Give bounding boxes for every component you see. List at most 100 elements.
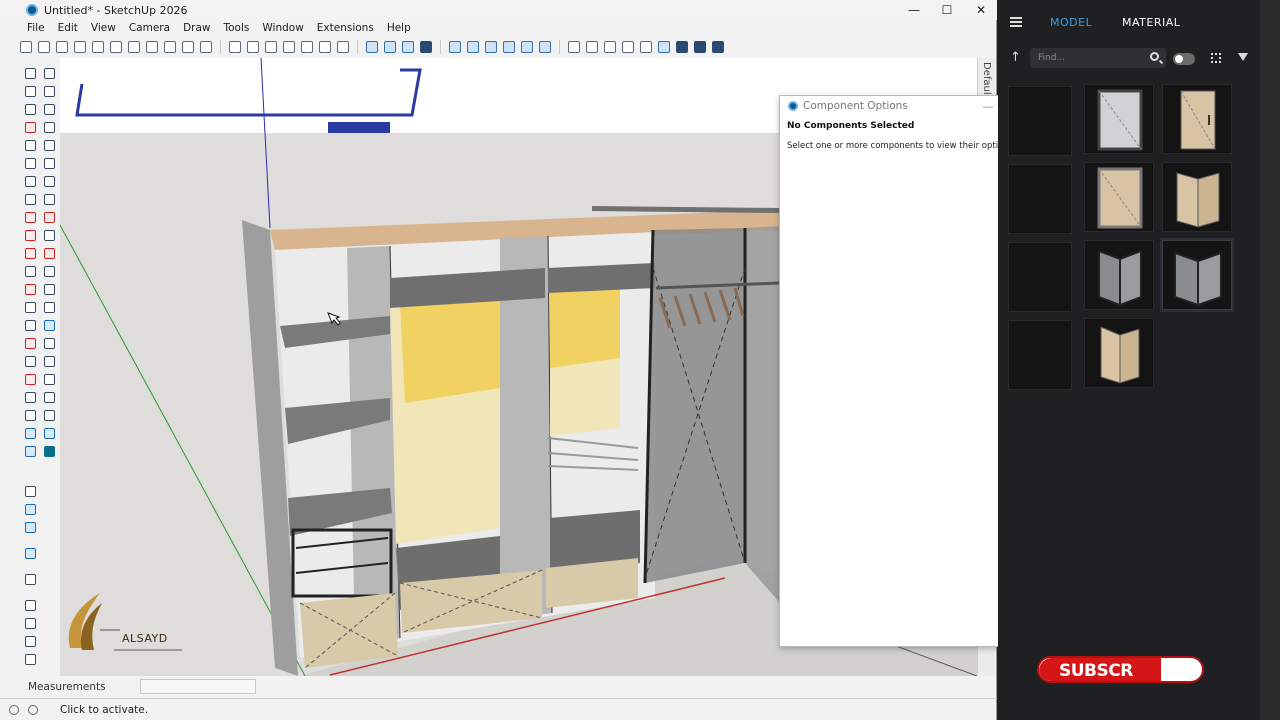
follow-me-icon[interactable] xyxy=(44,229,55,241)
door-thumbnail[interactable] xyxy=(1008,86,1072,156)
position-camera-icon[interactable] xyxy=(25,391,36,403)
print-icon[interactable] xyxy=(182,41,194,53)
search-icon[interactable] xyxy=(1150,52,1159,61)
cabinet-icon[interactable] xyxy=(25,635,36,647)
3d-text-icon[interactable] xyxy=(44,319,55,331)
xray-icon[interactable] xyxy=(366,41,378,53)
filter-icon[interactable] xyxy=(1238,53,1248,61)
door-thumbnail[interactable] xyxy=(1008,320,1072,390)
dimension-icon[interactable] xyxy=(44,283,55,295)
zoom-extents-icon[interactable] xyxy=(25,373,36,385)
grid-view-icon[interactable] xyxy=(1211,53,1221,63)
monochrome-icon[interactable] xyxy=(676,41,688,53)
style-icon[interactable] xyxy=(622,41,634,53)
menu-tools[interactable]: Tools xyxy=(224,22,250,34)
top-view-icon[interactable] xyxy=(247,41,259,53)
shadow-icon[interactable] xyxy=(640,41,652,53)
tray-toggle-icon[interactable] xyxy=(25,521,36,533)
outliner-icon[interactable] xyxy=(539,41,551,53)
copy-icon[interactable] xyxy=(92,41,104,53)
iso-view-icon[interactable] xyxy=(229,41,241,53)
new-file-icon[interactable] xyxy=(20,41,32,53)
door-thumbnail[interactable] xyxy=(1008,242,1072,312)
rectangle-icon[interactable] xyxy=(25,139,36,151)
box-icon[interactable] xyxy=(25,599,36,611)
rotated-rect-icon[interactable] xyxy=(44,139,55,151)
open-file-icon[interactable] xyxy=(38,41,50,53)
settings-gear-icon[interactable] xyxy=(604,41,616,53)
tab-material[interactable]: MATERIAL xyxy=(1122,16,1180,29)
polygon-icon[interactable] xyxy=(44,157,55,169)
menu-window[interactable]: Window xyxy=(262,22,303,34)
menu-draw[interactable]: Draw xyxy=(183,22,210,34)
component-panel-icon[interactable] xyxy=(25,503,36,515)
hamburger-menu-icon[interactable] xyxy=(1010,17,1022,27)
tab-model[interactable]: MODEL xyxy=(1050,16,1092,29)
close-button[interactable]: ✕ xyxy=(964,0,998,20)
pie-icon[interactable] xyxy=(44,193,55,205)
measurements-input[interactable] xyxy=(140,679,256,694)
plugin-logo-icon[interactable] xyxy=(25,573,36,585)
scale-icon[interactable] xyxy=(25,247,36,259)
wood-door-thumbnail[interactable] xyxy=(1162,84,1232,154)
solid-tools-icon[interactable] xyxy=(44,265,55,277)
model-info-icon[interactable] xyxy=(200,41,212,53)
add-detail-icon[interactable] xyxy=(44,445,55,457)
menu-extensions[interactable]: Extensions xyxy=(317,22,374,34)
minimize-button[interactable]: — xyxy=(897,0,931,20)
arc-icon[interactable] xyxy=(25,175,36,187)
framed-wood-door-thumbnail[interactable] xyxy=(1084,162,1154,232)
warehouse-icon[interactable] xyxy=(568,41,580,53)
freehand-icon[interactable] xyxy=(44,121,55,133)
zoom-icon[interactable] xyxy=(25,355,36,367)
wireframe-icon[interactable] xyxy=(384,41,396,53)
select-icon[interactable] xyxy=(25,67,36,79)
hidden-line-icon[interactable] xyxy=(402,41,414,53)
2pt-arc-icon[interactable] xyxy=(44,175,55,187)
previous-view-icon[interactable] xyxy=(44,373,55,385)
corner-glass-door-thumbnail[interactable] xyxy=(1084,240,1154,310)
undo-icon[interactable] xyxy=(146,41,158,53)
back-view-icon[interactable] xyxy=(301,41,313,53)
up-arrow-icon[interactable]: ↑ xyxy=(1010,50,1021,65)
stamp-icon[interactable] xyxy=(44,427,55,439)
shaded-icon[interactable] xyxy=(420,41,432,53)
section-icon[interactable] xyxy=(485,41,497,53)
component-icon[interactable] xyxy=(449,41,461,53)
walk-icon[interactable] xyxy=(44,391,55,403)
tape-measure-icon[interactable] xyxy=(25,283,36,295)
hand-tool-icon[interactable] xyxy=(25,485,36,497)
corner-wood-door-thumbnail[interactable] xyxy=(1084,318,1154,388)
find-input[interactable] xyxy=(1030,48,1166,68)
circle-icon[interactable] xyxy=(25,157,36,169)
lasso-icon[interactable] xyxy=(44,67,55,79)
orbit-icon[interactable] xyxy=(25,337,36,349)
front-view-icon[interactable] xyxy=(265,41,277,53)
extension-warehouse-icon[interactable] xyxy=(586,41,598,53)
paint-bucket-icon[interactable] xyxy=(25,85,36,97)
textured-icon[interactable] xyxy=(694,41,706,53)
3pt-arc-icon[interactable] xyxy=(25,193,36,205)
offset-icon[interactable] xyxy=(44,247,55,259)
layers-icon[interactable] xyxy=(503,41,515,53)
section-plane-icon[interactable] xyxy=(44,409,55,421)
right-view-icon[interactable] xyxy=(283,41,295,53)
text-icon[interactable] xyxy=(44,301,55,313)
axes-icon[interactable] xyxy=(25,319,36,331)
toggle-switch[interactable] xyxy=(1173,53,1195,65)
drape-icon[interactable] xyxy=(25,445,36,457)
line-icon[interactable] xyxy=(25,121,36,133)
door-thumbnail[interactable] xyxy=(1008,164,1072,234)
outliner-panel-icon[interactable] xyxy=(25,547,36,559)
maximize-button[interactable]: ☐ xyxy=(930,0,964,20)
glass-door-thumbnail[interactable] xyxy=(1084,84,1154,154)
menu-camera[interactable]: Camera xyxy=(129,22,170,34)
left-view-icon[interactable] xyxy=(319,41,331,53)
sandbox-icon[interactable] xyxy=(25,427,36,439)
eraser-icon[interactable] xyxy=(44,85,55,97)
list-icon[interactable] xyxy=(25,653,36,665)
menu-file[interactable]: File xyxy=(27,22,45,34)
group-icon[interactable] xyxy=(467,41,479,53)
corner-wood-door-thumbnail[interactable] xyxy=(1162,162,1232,232)
erase-soft-icon[interactable] xyxy=(44,103,55,115)
